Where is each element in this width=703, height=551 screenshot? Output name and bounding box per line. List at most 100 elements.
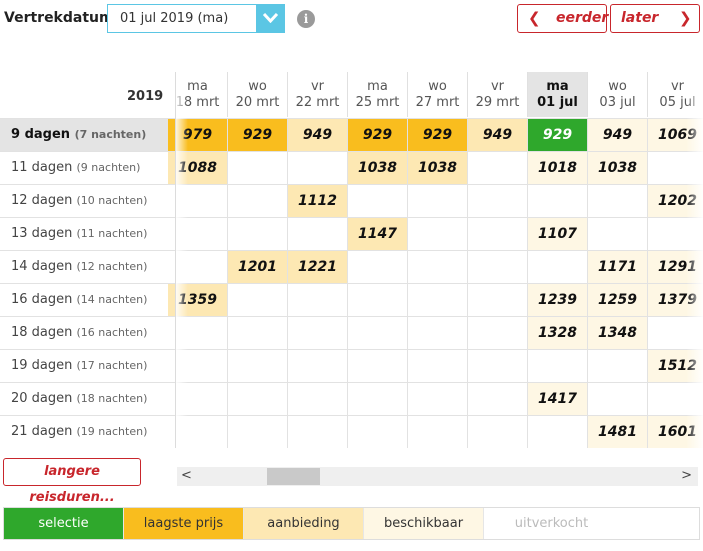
- date-column-header[interactable]: wo 03 jul: [588, 72, 648, 117]
- duration-days: 20 dagen: [11, 391, 77, 406]
- earlier-button[interactable]: ❮ eerder: [517, 4, 608, 33]
- price-cell[interactable]: 1038: [408, 151, 468, 184]
- empty-cell: [288, 415, 348, 448]
- later-button[interactable]: later ❯: [610, 4, 700, 33]
- price-cell[interactable]: 929: [348, 118, 408, 151]
- right-fade: [686, 72, 703, 448]
- date-column-header[interactable]: wo 20 mrt: [228, 72, 288, 117]
- scrollbar-thumb[interactable]: [267, 468, 320, 485]
- empty-cell: [348, 349, 408, 382]
- duration-days: 19 dagen: [11, 358, 77, 373]
- date-column-header[interactable]: ma 25 mrt: [348, 72, 408, 117]
- duration-days: 9 dagen: [11, 127, 75, 142]
- price-cell[interactable]: 1038: [348, 151, 408, 184]
- duration-nights: (7 nachten): [74, 128, 147, 141]
- empty-cell: [468, 184, 528, 217]
- price-cell[interactable]: 949: [588, 118, 648, 151]
- date-label: 03 jul: [599, 95, 636, 110]
- price-cell[interactable]: 1107: [528, 217, 588, 250]
- price-cell[interactable]: 949: [288, 118, 348, 151]
- empty-cell: [468, 349, 528, 382]
- scroll-right-icon[interactable]: >: [681, 468, 692, 483]
- price-cell[interactable]: 1201: [228, 250, 288, 283]
- chevron-down-icon[interactable]: [256, 4, 285, 33]
- price-cell[interactable]: 1171: [588, 250, 648, 283]
- empty-cell: [228, 283, 288, 316]
- empty-cell: [588, 349, 648, 382]
- chevron-right-icon: ❯: [679, 9, 692, 27]
- duration-row-label[interactable]: 20 dagen (18 nachten): [0, 382, 176, 415]
- duration-row-label[interactable]: 18 dagen (16 nachten): [0, 316, 176, 349]
- empty-cell: [408, 217, 468, 250]
- price-cell[interactable]: 1038: [588, 151, 648, 184]
- date-column-header[interactable]: ma 01 jul: [528, 72, 588, 117]
- price-cell[interactable]: 1481: [588, 415, 648, 448]
- info-icon[interactable]: i: [297, 10, 315, 28]
- price-cell[interactable]: 1221: [288, 250, 348, 283]
- duration-row-label[interactable]: 12 dagen (10 nachten): [0, 184, 176, 217]
- departure-date-select[interactable]: 01 jul 2019 (ma): [107, 4, 285, 33]
- date-label: 20 mrt: [235, 95, 280, 110]
- duration-days: 11 dagen: [11, 160, 77, 175]
- duration-days: 14 dagen: [11, 259, 77, 274]
- price-cell[interactable]: 1239: [528, 283, 588, 316]
- empty-cell: [408, 316, 468, 349]
- duration-row-label[interactable]: 9 dagen (7 nachten): [0, 118, 176, 151]
- empty-cell: [228, 349, 288, 382]
- duration-row-label[interactable]: 16 dagen (14 nachten): [0, 283, 176, 316]
- empty-cell: [288, 349, 348, 382]
- empty-cell: [348, 184, 408, 217]
- duration-row-label[interactable]: 19 dagen (17 nachten): [0, 349, 176, 382]
- empty-cell: [228, 415, 288, 448]
- scroll-left-icon[interactable]: <: [181, 468, 192, 483]
- empty-cell: [468, 316, 528, 349]
- empty-cell: [348, 415, 408, 448]
- date-column-header[interactable]: vr 22 mrt: [288, 72, 348, 117]
- weekday-label: wo: [608, 79, 627, 94]
- price-cell[interactable]: 929: [408, 118, 468, 151]
- price-cell[interactable]: 929: [228, 118, 288, 151]
- price-cell[interactable]: 1112: [288, 184, 348, 217]
- price-cell[interactable]: 1417: [528, 382, 588, 415]
- duration-days: 12 dagen: [11, 193, 77, 208]
- empty-cell: [348, 382, 408, 415]
- empty-cell: [348, 316, 408, 349]
- duration-row-label[interactable]: 13 dagen (11 nachten): [0, 217, 176, 250]
- longer-durations-button[interactable]: langere reisduren...: [3, 458, 141, 505]
- duration-row-label[interactable]: 14 dagen (12 nachten): [0, 250, 176, 283]
- legend-item: selectie: [4, 508, 124, 539]
- departure-date-label: Vertrekdatum: [4, 10, 114, 26]
- price-cell[interactable]: 1348: [588, 316, 648, 349]
- duration-nights: (9 nachten): [76, 161, 141, 174]
- empty-cell: [468, 415, 528, 448]
- horizontal-scrollbar[interactable]: < >: [177, 467, 698, 486]
- left-fade: [176, 72, 188, 448]
- duration-nights: (19 nachten): [76, 425, 148, 438]
- price-cell[interactable]: 1259: [588, 283, 648, 316]
- empty-cell: [348, 283, 408, 316]
- duration-days: 13 dagen: [11, 226, 77, 241]
- duration-row-label[interactable]: 21 dagen (19 nachten): [0, 415, 176, 448]
- date-label: 29 mrt: [475, 95, 520, 110]
- price-cell[interactable]: 929: [528, 118, 588, 151]
- duration-nights: (18 nachten): [76, 392, 148, 405]
- date-column-header[interactable]: wo 27 mrt: [408, 72, 468, 117]
- empty-cell: [288, 316, 348, 349]
- date-label: 25 mrt: [355, 95, 400, 110]
- empty-cell: [288, 382, 348, 415]
- price-cell[interactable]: 1018: [528, 151, 588, 184]
- duration-row-label[interactable]: 11 dagen (9 nachten): [0, 151, 176, 184]
- price-cell[interactable]: 1147: [348, 217, 408, 250]
- duration-nights: (14 nachten): [76, 293, 148, 306]
- empty-cell: [468, 217, 528, 250]
- weekday-label: vr: [310, 79, 325, 94]
- legend-item: beschikbaar: [364, 508, 484, 539]
- price-cell[interactable]: 949: [468, 118, 528, 151]
- empty-cell: [228, 184, 288, 217]
- date-column-header[interactable]: vr 29 mrt: [468, 72, 528, 117]
- date-label: 01 jul: [537, 95, 578, 110]
- empty-cell: [588, 217, 648, 250]
- empty-cell: [288, 283, 348, 316]
- price-cell[interactable]: 1328: [528, 316, 588, 349]
- empty-cell: [588, 382, 648, 415]
